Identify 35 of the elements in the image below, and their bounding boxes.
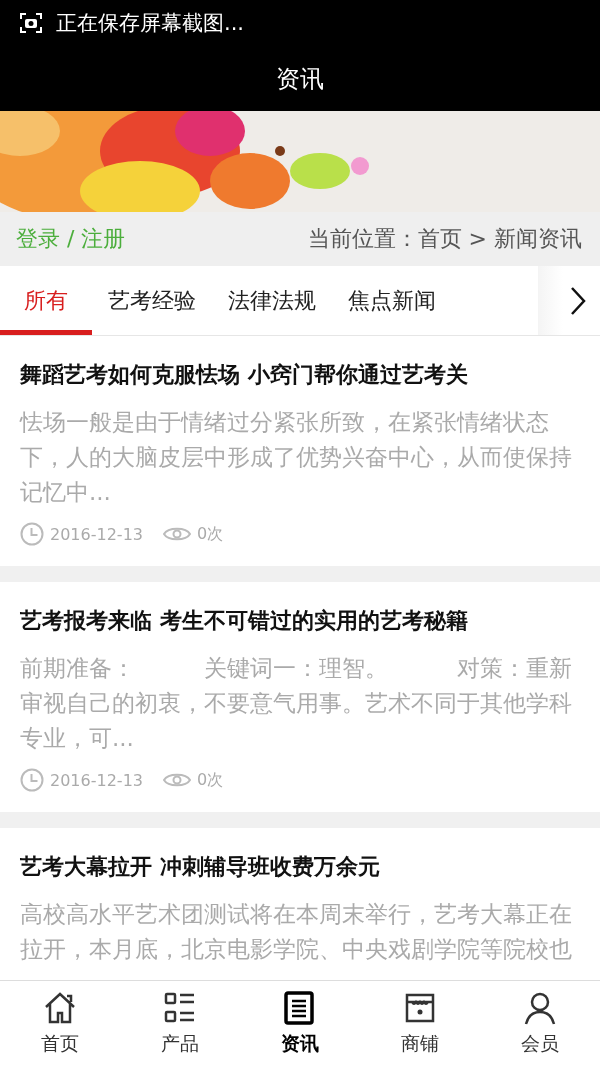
article-card[interactable]: 艺考报考来临 考生不可错过的实用的艺考秘籍 前期准备： 关键词一：理智。 对策：重新审视自己的初衷，不要意气用事。艺术不同于其他学科专业，可... 2016-12-13 0次 (0, 582, 600, 812)
nav-tab[interactable]: 首页 (0, 981, 120, 1067)
list-icon (163, 991, 197, 1025)
notification-text: 正在保存屏幕截图... (56, 10, 245, 37)
screenshot-icon (20, 13, 42, 33)
article-summary: 怯场一般是由于情绪过分紧张所致，在紧张情绪状态下，人的大脑皮层中形成了优势兴奋中心，从而使保持记忆中... (20, 408, 573, 507)
nav-tab[interactable]: 会员 (480, 981, 600, 1067)
category-tab[interactable]: 焦点新闻 (346, 266, 438, 335)
document-icon (283, 991, 317, 1025)
eye-icon (163, 525, 191, 543)
view-count: 0次 (197, 523, 224, 545)
clock-icon (20, 768, 44, 792)
breadcrumb-text: 当前位置：首页 > 新闻资讯 (307, 225, 582, 253)
article-date: 2016-12-13 (50, 524, 143, 544)
shop-icon (403, 991, 437, 1025)
chevron-right-icon (570, 285, 586, 316)
home-icon (43, 991, 77, 1025)
category-tab[interactable]: 艺考经验 (106, 266, 198, 335)
category-tab[interactable]: 法律法规 (226, 266, 318, 335)
nav-tab[interactable]: 产品 (120, 981, 240, 1067)
article-title: 艺考大幕拉开 冲刺辅导班收费万余元 (20, 853, 381, 881)
clock-icon (20, 522, 44, 546)
article-summary: 前期准备： 关键词一：理智。 对策：重新审视自己的初衷，不要意气用事。艺术不同于其他学科专业，可... (20, 654, 573, 753)
article-date: 2016-12-13 (50, 770, 143, 790)
page-title: 资讯 (276, 63, 324, 95)
article-title: 舞蹈艺考如何克服怯场 小窍门帮你通过艺考关 (20, 361, 469, 389)
nav-tab[interactable]: 商铺 (360, 981, 480, 1067)
user-icon (523, 991, 557, 1025)
article-summary: 高校高水平艺术团测试将在本周末举行，艺考大幕正在拉开，本月底，北京电影学院、中央戏剧学院等院校也 (20, 900, 573, 964)
eye-icon (163, 771, 191, 789)
article-card[interactable]: 舞蹈艺考如何克服怯场 小窍门帮你通过艺考关 怯场一般是由于情绪过分紧张所致，在紧张情绪状态下，人的大脑皮层中形成了优势兴奋中心，从而使保持记忆中... 2016-12-13 0次 (0, 336, 600, 566)
article-card[interactable]: 艺考大幕拉开 冲刺辅导班收费万余元 高校高水平艺术团测试将在本周末举行，艺考大幕正在拉开，本月底，北京电影学院、中央戏剧学院等院校也 (0, 828, 600, 980)
nav-tab[interactable]: 资讯 (240, 981, 360, 1067)
article-title: 艺考报考来临 考生不可错过的实用的艺考秘籍 (20, 607, 469, 635)
view-count: 0次 (197, 769, 224, 791)
